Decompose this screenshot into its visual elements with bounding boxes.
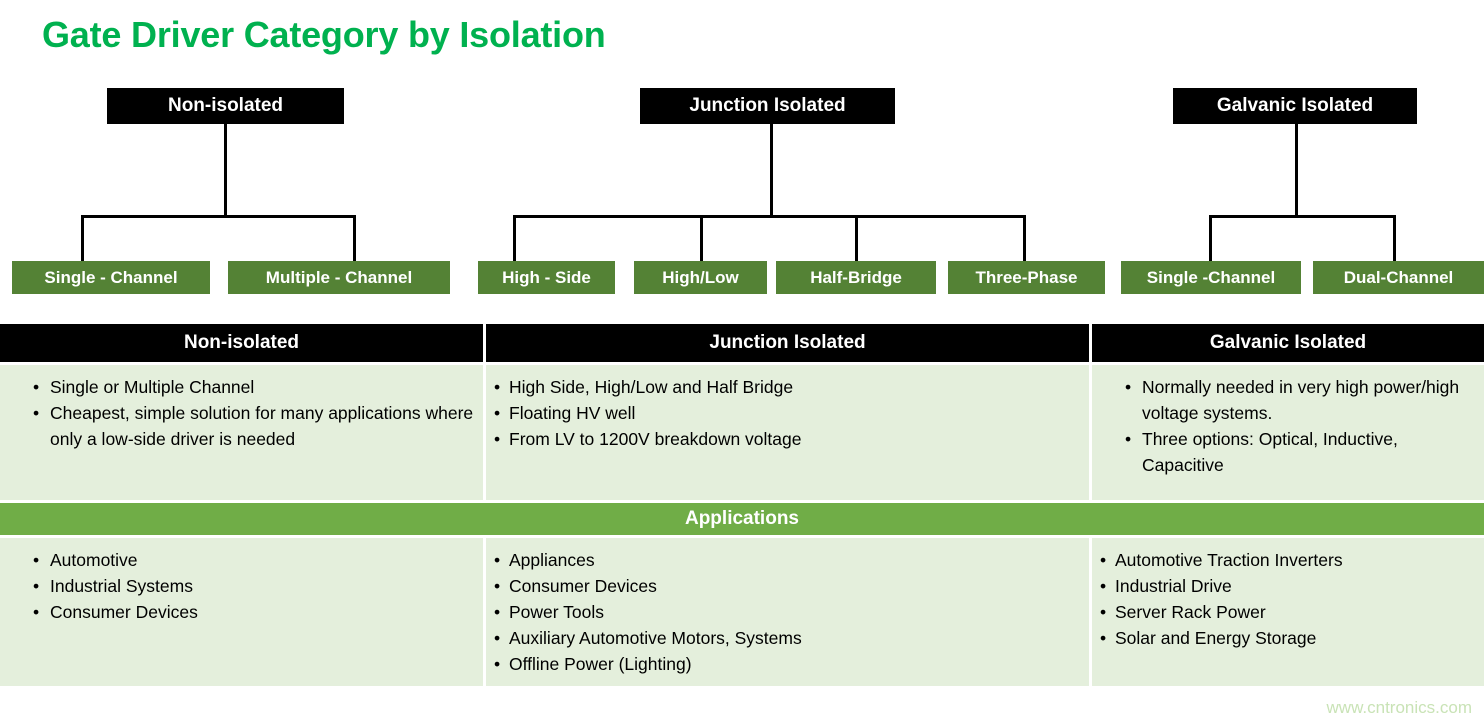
list-item: Auxiliary Automotive Motors, Systems	[494, 625, 1089, 651]
table-cell-applications-non-isolated: Automotive Industrial Systems Consumer D…	[0, 535, 486, 686]
tree-connector-drop	[513, 215, 516, 262]
tree-root-junction-isolated[interactable]: Junction Isolated	[640, 88, 895, 124]
tree-connector-drop	[353, 215, 356, 262]
list-item: Industrial Drive	[1100, 573, 1484, 599]
tree-connector-horizontal	[513, 215, 1026, 218]
tree-leaf-single-channel-galvanic[interactable]: Single -Channel	[1121, 261, 1301, 294]
list-item: Offline Power (Lighting)	[494, 651, 1089, 677]
list-item: Consumer Devices	[17, 599, 483, 625]
tree-root-galvanic-isolated[interactable]: Galvanic Isolated	[1173, 88, 1417, 124]
applications-band: Applications	[0, 500, 1484, 535]
list-item: Normally needed in very high power/high …	[1109, 374, 1484, 426]
feature-list: High Side, High/Low and Half Bridge Floa…	[486, 374, 1089, 452]
list-item: Power Tools	[494, 599, 1089, 625]
table-features-row: Single or Multiple Channel Cheapest, sim…	[0, 362, 1484, 500]
list-item: Floating HV well	[494, 400, 1089, 426]
table-applications-row: Automotive Industrial Systems Consumer D…	[0, 535, 1484, 686]
tree-leaf-multiple-channel[interactable]: Multiple - Channel	[228, 261, 450, 294]
tree-leaf-single-channel[interactable]: Single - Channel	[12, 261, 210, 294]
list-item: Industrial Systems	[17, 573, 483, 599]
tree-leaf-high-low[interactable]: High/Low	[634, 261, 767, 294]
table-header-galvanic-isolated: Galvanic Isolated	[1092, 324, 1484, 362]
tree-connector-drop	[1023, 215, 1026, 262]
tree-connector-drop	[1209, 215, 1212, 262]
table-cell-applications-junction-isolated: Appliances Consumer Devices Power Tools …	[486, 535, 1092, 686]
list-item: High Side, High/Low and Half Bridge	[494, 374, 1089, 400]
comparison-table: Non-isolated Junction Isolated Galvanic …	[0, 324, 1484, 686]
tree-connector-drop	[1393, 215, 1396, 262]
tree-connector-vertical	[770, 124, 773, 217]
list-item: Automotive	[17, 547, 483, 573]
tree-connector-horizontal	[81, 215, 356, 218]
tree-leaf-three-phase[interactable]: Three-Phase	[948, 261, 1105, 294]
tree-connector-drop	[855, 215, 858, 262]
tree-leaf-high-side[interactable]: High - Side	[478, 261, 615, 294]
table-header-non-isolated: Non-isolated	[0, 324, 486, 362]
category-tree: Non-isolated Single - Channel Multiple -…	[0, 0, 1484, 310]
table-header-junction-isolated: Junction Isolated	[486, 324, 1092, 362]
application-list: Automotive Industrial Systems Consumer D…	[0, 547, 483, 625]
tree-leaf-half-bridge[interactable]: Half-Bridge	[776, 261, 936, 294]
application-list: Automotive Traction Inverters Industrial…	[1092, 547, 1484, 651]
list-item: From LV to 1200V breakdown voltage	[494, 426, 1089, 452]
tree-connector-drop	[81, 215, 84, 262]
table-header-row: Non-isolated Junction Isolated Galvanic …	[0, 324, 1484, 362]
tree-leaf-dual-channel[interactable]: Dual-Channel	[1313, 261, 1484, 294]
diagram-canvas: Gate Driver Category by Isolation Non-is…	[0, 0, 1484, 728]
list-item: Solar and Energy Storage	[1100, 625, 1484, 651]
list-item: Cheapest, simple solution for many appli…	[17, 400, 483, 452]
tree-connector-vertical	[1295, 124, 1298, 217]
feature-list: Normally needed in very high power/high …	[1092, 374, 1484, 478]
list-item: Consumer Devices	[494, 573, 1089, 599]
tree-connector-drop	[700, 215, 703, 262]
list-item: Three options: Optical, Inductive, Capac…	[1109, 426, 1484, 478]
list-item: Single or Multiple Channel	[17, 374, 483, 400]
application-list: Appliances Consumer Devices Power Tools …	[486, 547, 1089, 677]
tree-connector-vertical	[224, 124, 227, 217]
list-item: Appliances	[494, 547, 1089, 573]
tree-connector-horizontal	[1209, 215, 1396, 218]
tree-root-non-isolated[interactable]: Non-isolated	[107, 88, 344, 124]
table-cell-features-non-isolated: Single or Multiple Channel Cheapest, sim…	[0, 362, 486, 500]
feature-list: Single or Multiple Channel Cheapest, sim…	[0, 374, 483, 452]
list-item: Server Rack Power	[1100, 599, 1484, 625]
table-cell-features-galvanic-isolated: Normally needed in very high power/high …	[1092, 362, 1484, 500]
site-watermark: www.cntronics.com	[1326, 698, 1472, 717]
list-item: Automotive Traction Inverters	[1100, 547, 1484, 573]
table-cell-applications-galvanic-isolated: Automotive Traction Inverters Industrial…	[1092, 535, 1484, 686]
table-cell-features-junction-isolated: High Side, High/Low and Half Bridge Floa…	[486, 362, 1092, 500]
